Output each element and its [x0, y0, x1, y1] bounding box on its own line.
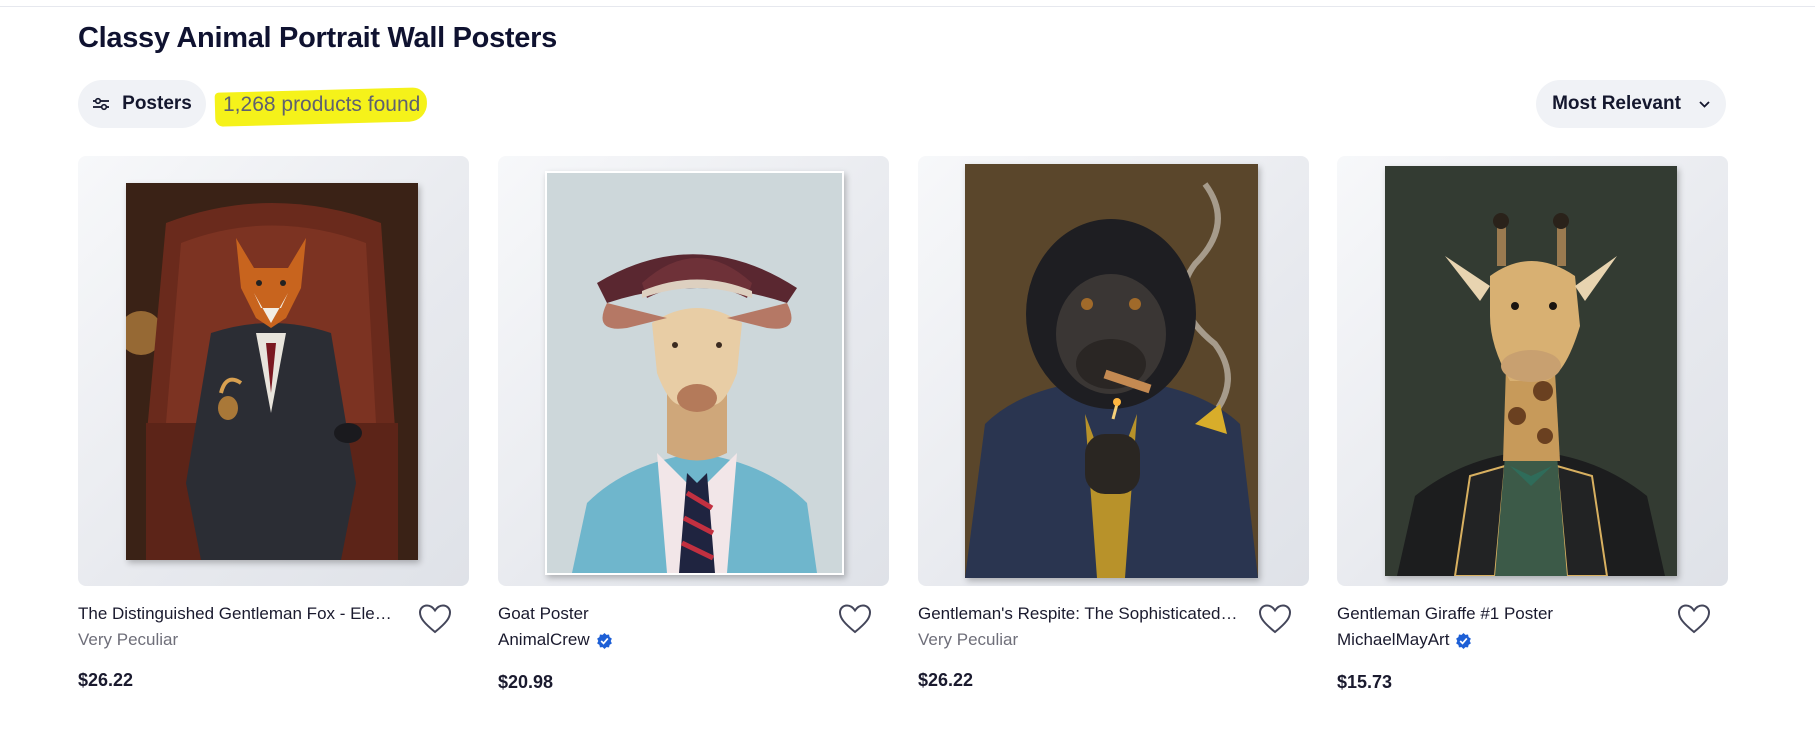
product-image[interactable]	[1337, 156, 1728, 586]
top-divider	[0, 6, 1815, 7]
filter-button[interactable]: Posters	[78, 80, 206, 128]
product-title[interactable]: The Distinguished Gentleman Fox - Elegan…	[78, 604, 398, 624]
sliders-icon	[93, 97, 110, 111]
verified-badge-icon	[596, 632, 612, 649]
products-found-text: 1,268 products found	[223, 93, 421, 116]
goat-poster-image	[545, 171, 844, 575]
heart-outline-icon[interactable]	[838, 603, 872, 635]
sort-dropdown[interactable]: Most Relevant	[1536, 80, 1726, 128]
fox-poster-image	[126, 183, 418, 560]
product-image[interactable]	[918, 156, 1309, 586]
heart-outline-icon[interactable]	[418, 603, 452, 635]
product-price: $26.22	[78, 670, 134, 690]
product-title[interactable]: Goat Poster	[498, 604, 818, 624]
sort-label: Most Relevant	[1552, 93, 1681, 114]
product-card[interactable]: Goat Poster AnimalCrew $20.98	[498, 156, 889, 692]
product-seller[interactable]: Very Peculiar	[918, 630, 1018, 650]
seller-name: AnimalCrew	[498, 630, 590, 649]
seller-name: MichaelMayArt	[1337, 630, 1450, 649]
results-count: 1,268 products found	[214, 87, 428, 127]
product-price: $15.73	[1337, 672, 1393, 692]
giraffe-poster-image	[1385, 166, 1677, 576]
page-title: Classy Animal Portrait Wall Posters	[78, 22, 557, 54]
verified-badge-icon	[1456, 632, 1472, 649]
product-card[interactable]: Gentleman Giraffe #1 Poster MichaelMayAr…	[1337, 156, 1728, 692]
heart-outline-icon[interactable]	[1677, 603, 1711, 635]
chevron-down-icon	[1699, 100, 1710, 108]
product-image[interactable]	[78, 156, 469, 586]
product-card[interactable]: The Distinguished Gentleman Fox - Elegan…	[78, 156, 469, 690]
product-seller[interactable]: MichaelMayArt	[1337, 630, 1472, 650]
product-seller[interactable]: Very Peculiar	[78, 630, 178, 650]
seller-name: Very Peculiar	[918, 630, 1019, 649]
product-image[interactable]	[498, 156, 889, 586]
product-seller[interactable]: AnimalCrew	[498, 630, 613, 650]
product-card[interactable]: Gentleman's Respite: The Sophisticated S…	[918, 156, 1309, 690]
product-price: $26.22	[918, 670, 974, 690]
heart-outline-icon[interactable]	[1258, 603, 1292, 635]
product-price: $20.98	[498, 672, 554, 692]
product-title[interactable]: Gentleman's Respite: The Sophisticated S…	[918, 604, 1238, 624]
gorilla-poster-image	[965, 164, 1258, 578]
seller-name: Very Peculiar	[78, 630, 179, 649]
product-title[interactable]: Gentleman Giraffe #1 Poster	[1337, 604, 1657, 624]
filter-label: Posters	[122, 93, 192, 114]
